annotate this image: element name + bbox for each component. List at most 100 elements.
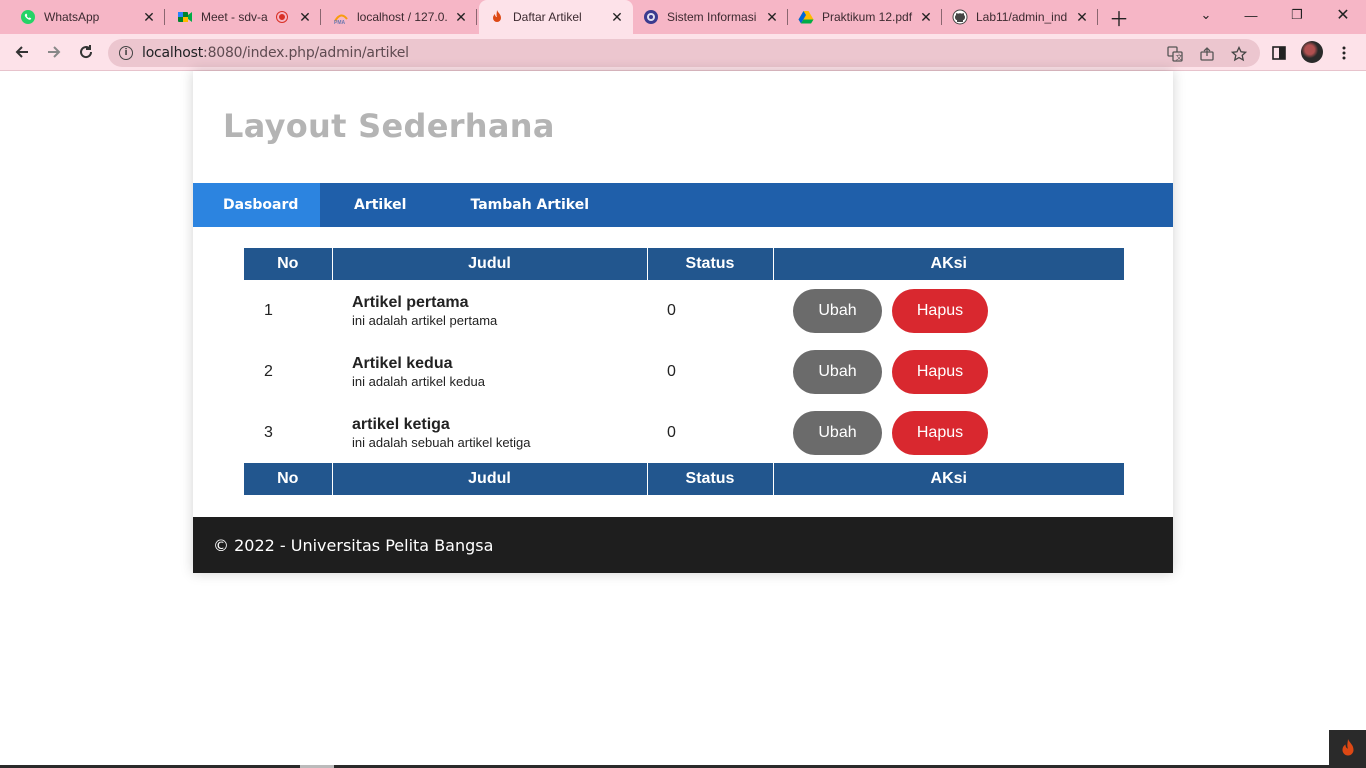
url-text: localhost:8080/index.php/admin/artikel: [142, 45, 409, 61]
article-title: artikel ketiga: [352, 415, 450, 433]
delete-button[interactable]: Hapus: [892, 288, 988, 333]
codeigniter-debug-toolbar-icon[interactable]: [1329, 730, 1366, 768]
table-row: 2 Artikel kedua ini adalah artikel kedua…: [244, 341, 1124, 402]
github-icon: [952, 9, 968, 25]
browser-tab-sistem-informasi[interactable]: Sistem Informasi ✕: [633, 0, 788, 34]
browser-tab-github[interactable]: Lab11/admin_ind ✕: [942, 0, 1098, 34]
browser-tab-meet[interactable]: Meet - sdv-a ✕: [165, 0, 321, 34]
nav-item-dasboard[interactable]: Dasboard: [193, 183, 320, 227]
delete-button[interactable]: Hapus: [892, 410, 988, 455]
nav-item-tambah-artikel[interactable]: Tambah Artikel: [436, 183, 619, 227]
close-tab-icon[interactable]: ✕: [609, 9, 625, 25]
site-info-icon[interactable]: i: [119, 46, 133, 60]
page-container: Layout Sederhana Dasboard Artikel Tambah…: [193, 71, 1173, 573]
footer-text: © 2022 - Universitas Pelita Bangsa: [213, 535, 494, 555]
tab-title: Sistem Informasi: [667, 10, 757, 24]
site-title: Layout Sederhana: [223, 107, 555, 145]
delete-button[interactable]: Hapus: [892, 349, 988, 394]
close-tab-icon[interactable]: ✕: [1074, 9, 1090, 25]
svg-text:文: 文: [1176, 53, 1183, 62]
article-title: Artikel pertama: [352, 293, 469, 311]
table-footer-row: No Judul Status AKsi: [244, 463, 1124, 495]
row-actions: Ubah Hapus: [773, 341, 1124, 402]
column-header-status: Status: [647, 248, 774, 280]
row-status: 0: [667, 301, 676, 319]
close-tab-icon[interactable]: ✕: [918, 9, 934, 25]
column-footer-no: No: [244, 463, 333, 495]
column-footer-judul: Judul: [332, 463, 648, 495]
url-path: :8080/index.php/admin/artikel: [203, 45, 409, 61]
close-tab-icon[interactable]: ✕: [297, 9, 313, 25]
browser-tab-phpmyadmin[interactable]: PMA localhost / 127.0. ✕: [321, 0, 477, 34]
recording-indicator-icon: [277, 12, 287, 22]
google-meet-icon: [177, 9, 193, 25]
profile-avatar[interactable]: [1301, 41, 1323, 63]
tab-title: localhost / 127.0.: [357, 10, 448, 24]
browser-tab-daftar-artikel[interactable]: Daftar Artikel ✕: [479, 0, 633, 34]
row-actions: Ubah Hapus: [773, 280, 1124, 341]
column-header-judul: Judul: [332, 248, 648, 280]
row-judul: Artikel kedua ini adalah artikel kedua: [332, 341, 647, 402]
tab-search-icon[interactable]: ⌄: [1183, 0, 1229, 30]
nav-item-artikel[interactable]: Artikel: [320, 183, 436, 227]
column-header-no: No: [244, 248, 333, 280]
reload-button[interactable]: [72, 38, 100, 66]
tab-title: Praktikum 12.pdf: [822, 10, 913, 24]
close-tab-icon[interactable]: ✕: [453, 9, 469, 25]
browser-tab-praktikum[interactable]: Praktikum 12.pdf ✕: [788, 0, 942, 34]
browser-tab-strip: WhatsApp ✕ Meet - sdv-a ✕ PMA localhost …: [0, 0, 1366, 34]
side-panel-icon[interactable]: [1268, 42, 1290, 64]
edit-button[interactable]: Ubah: [793, 349, 882, 394]
column-footer-status: Status: [647, 463, 774, 495]
codeigniter-icon: [489, 9, 505, 25]
browser-toolbar: i localhost:8080/index.php/admin/artikel…: [0, 34, 1366, 71]
row-judul: Artikel pertama ini adalah artikel perta…: [332, 280, 647, 341]
minimize-button[interactable]: —: [1228, 0, 1274, 30]
university-icon: [643, 9, 659, 25]
row-number: 3: [264, 423, 273, 441]
row-status: 0: [667, 423, 676, 441]
edit-button[interactable]: Ubah: [793, 410, 882, 455]
row-number: 2: [264, 362, 273, 380]
row-status: 0: [667, 362, 676, 380]
article-title: Artikel kedua: [352, 354, 453, 372]
phpmyadmin-icon: PMA: [333, 9, 349, 25]
url-host: localhost: [142, 45, 204, 61]
close-tab-icon[interactable]: ✕: [141, 9, 157, 25]
whatsapp-icon: [20, 9, 36, 25]
back-button[interactable]: [8, 38, 36, 66]
edit-button[interactable]: Ubah: [793, 288, 882, 333]
article-table: No Judul Status AKsi 1 Artikel pertama i…: [244, 248, 1124, 495]
column-header-aksi: AKsi: [773, 248, 1124, 280]
main-nav: Dasboard Artikel Tambah Artikel: [193, 183, 1173, 227]
close-window-button[interactable]: ✕: [1320, 0, 1366, 30]
bookmark-star-icon[interactable]: [1230, 45, 1248, 63]
browser-tab-whatsapp[interactable]: WhatsApp ✕: [0, 0, 165, 34]
forward-button[interactable]: [40, 38, 68, 66]
tab-title: WhatsApp: [44, 10, 100, 24]
table-header-row: No Judul Status AKsi: [244, 248, 1124, 280]
new-tab-button[interactable]: ＋: [1108, 6, 1130, 31]
column-footer-aksi: AKsi: [773, 463, 1124, 495]
row-actions: Ubah Hapus: [773, 402, 1124, 463]
site-header: Layout Sederhana: [193, 71, 1173, 183]
article-description: ini adalah artikel kedua: [352, 373, 485, 389]
share-icon[interactable]: [1198, 45, 1216, 63]
article-description: ini adalah sebuah artikel ketiga: [352, 434, 531, 450]
chrome-menu-icon[interactable]: [1333, 42, 1355, 64]
svg-text:PMA: PMA: [334, 20, 346, 25]
site-footer: © 2022 - Universitas Pelita Bangsa: [193, 517, 1173, 573]
row-judul: artikel ketiga ini adalah sebuah artikel…: [332, 402, 647, 463]
tab-title: Lab11/admin_ind: [976, 10, 1068, 24]
row-number: 1: [264, 301, 273, 319]
translate-icon[interactable]: 文: [1166, 45, 1184, 63]
article-description: ini adalah artikel pertama: [352, 312, 498, 328]
address-bar[interactable]: i localhost:8080/index.php/admin/artikel…: [108, 39, 1260, 67]
close-tab-icon[interactable]: ✕: [764, 9, 780, 25]
tab-title: Meet - sdv-a: [201, 10, 268, 24]
table-row: 3 artikel ketiga ini adalah sebuah artik…: [244, 402, 1124, 463]
table-row: 1 Artikel pertama ini adalah artikel per…: [244, 280, 1124, 341]
tab-title: Daftar Artikel: [513, 10, 582, 24]
google-drive-icon: [798, 9, 814, 25]
restore-button[interactable]: ❐: [1274, 0, 1320, 30]
